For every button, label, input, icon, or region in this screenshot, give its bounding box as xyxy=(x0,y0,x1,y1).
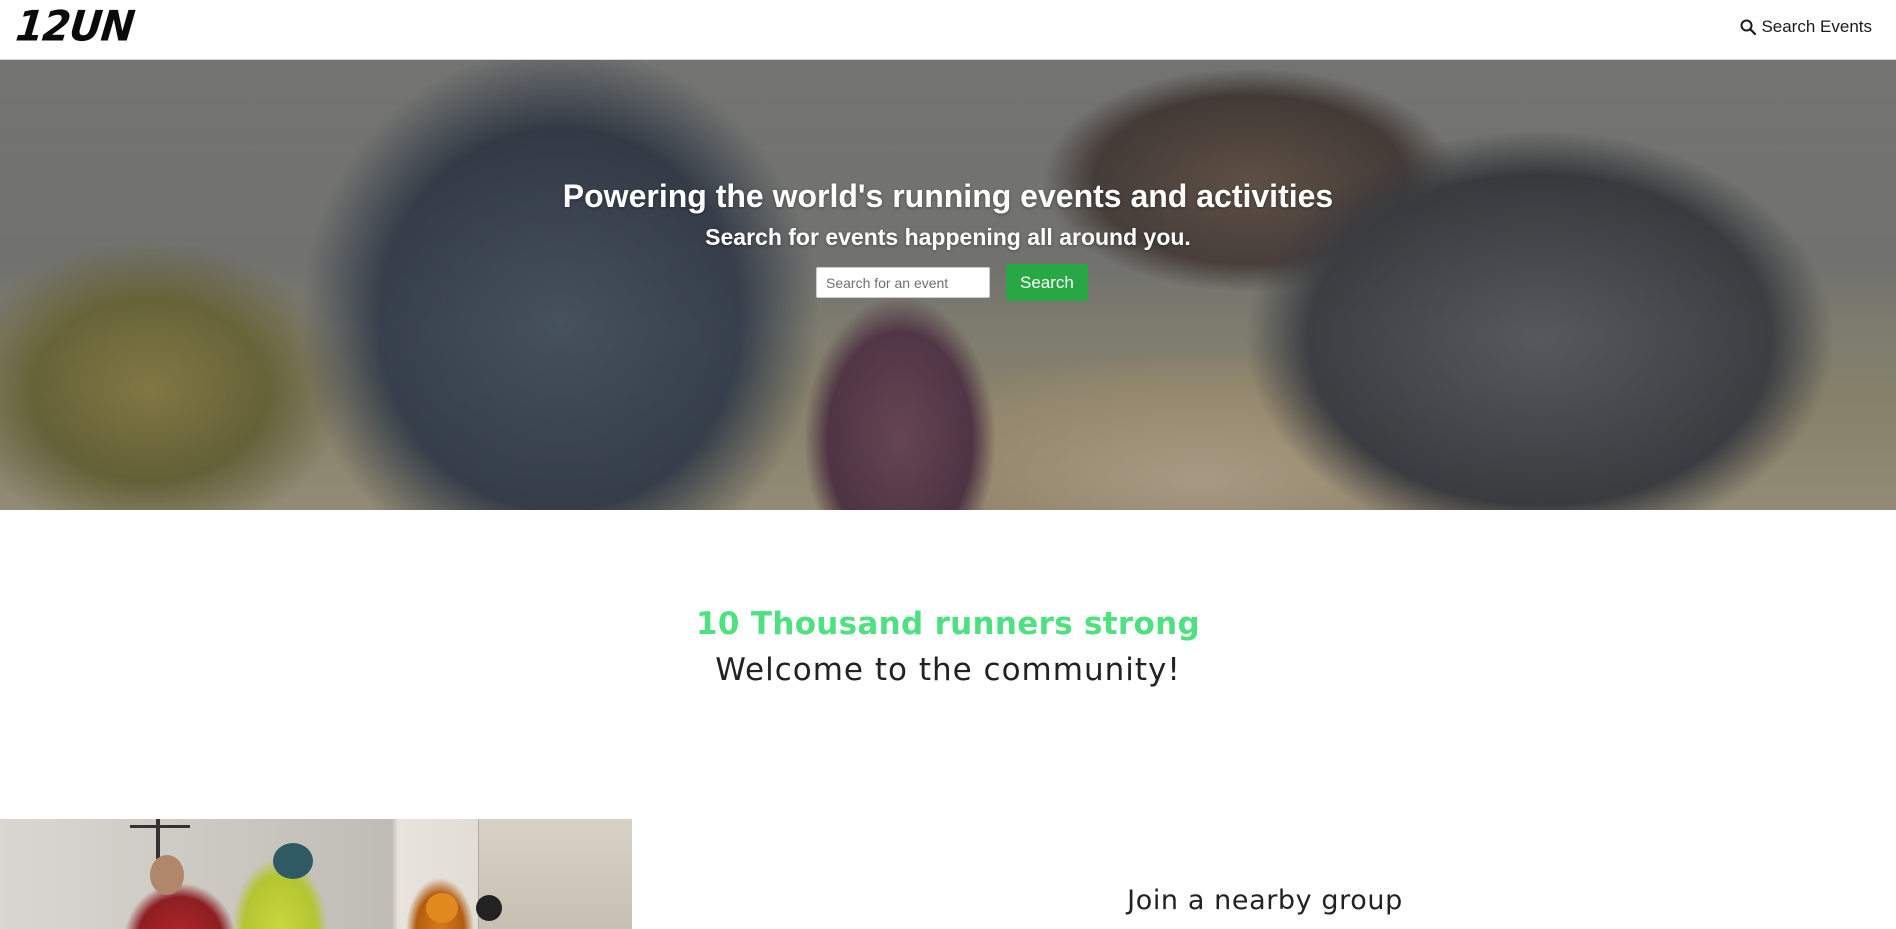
runner-head xyxy=(150,855,184,895)
runner-head xyxy=(273,843,313,879)
event-search-input[interactable] xyxy=(816,267,990,298)
event-search-form: Search xyxy=(816,264,1088,301)
search-button[interactable]: Search xyxy=(1006,264,1088,301)
search-icon xyxy=(1740,19,1757,35)
runner-head xyxy=(476,895,502,921)
search-events-link[interactable]: Search Events xyxy=(1740,17,1872,37)
runner-head xyxy=(426,893,458,923)
site-logo[interactable]: 12UN xyxy=(13,3,136,51)
top-navigation-bar: 12UN Search Events xyxy=(0,0,1896,60)
hero-title: Powering the world's running events and … xyxy=(562,178,1334,214)
groups-heading: Join a nearby group xyxy=(1127,885,1403,916)
power-line xyxy=(130,825,190,828)
search-events-label: Search Events xyxy=(1761,17,1872,36)
welcome-message: Welcome to the community! xyxy=(715,652,1181,688)
hero-subtitle: Search for events happening all around y… xyxy=(705,224,1191,250)
hero-banner: Powering the world's running events and … xyxy=(0,60,1896,510)
utility-pole xyxy=(156,819,160,859)
community-stat-heading: 10 Thousand runners strong xyxy=(696,606,1200,642)
group-photo xyxy=(0,819,632,929)
